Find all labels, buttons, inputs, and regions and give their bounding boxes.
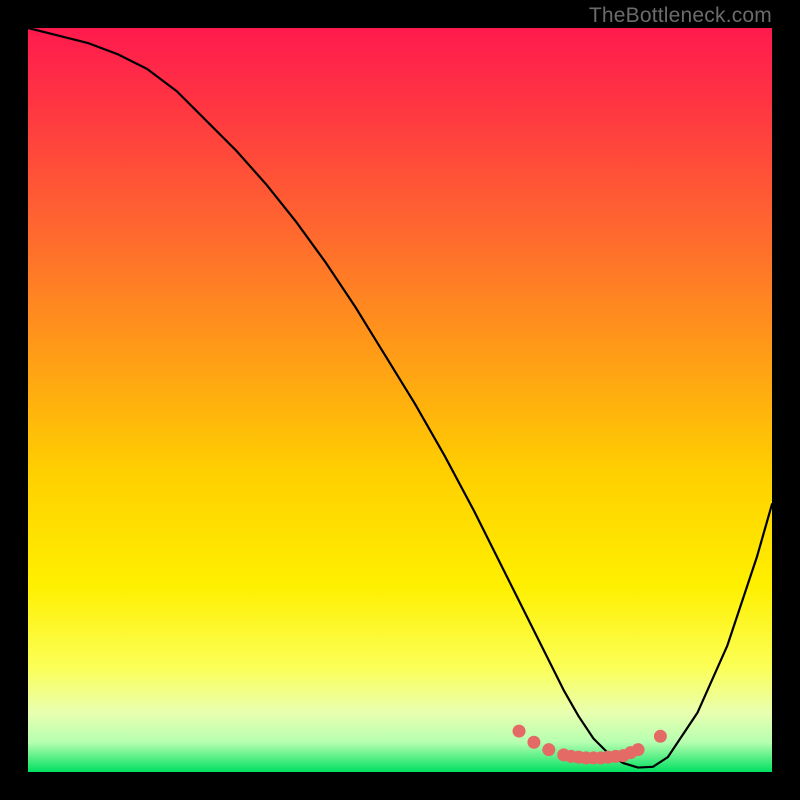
curve-marker	[527, 736, 540, 749]
curve-marker	[542, 743, 555, 756]
curve-marker	[654, 730, 667, 743]
chart-svg	[28, 28, 772, 772]
bottleneck-curve-path	[28, 28, 772, 768]
watermark-text: TheBottleneck.com	[589, 4, 772, 28]
curve-marker	[632, 743, 645, 756]
marker-group	[513, 725, 667, 765]
chart-area	[28, 28, 772, 772]
curve-marker	[513, 725, 526, 738]
